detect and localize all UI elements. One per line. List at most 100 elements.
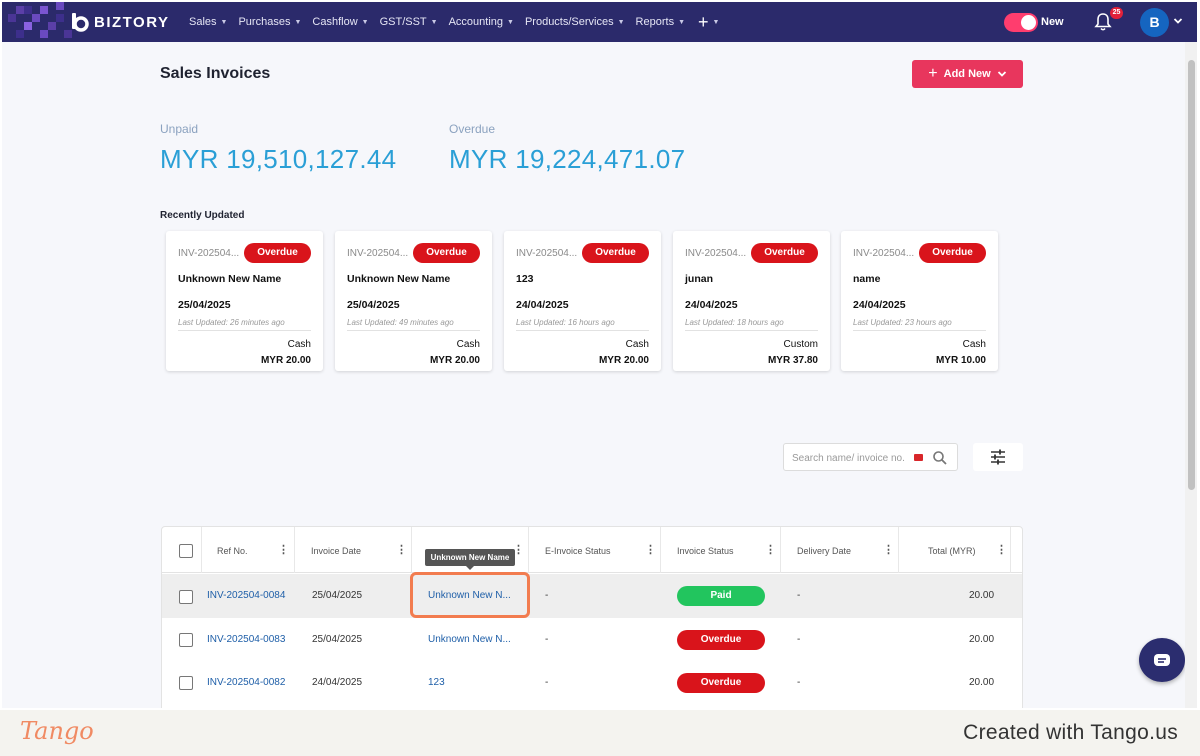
row-checkbox[interactable] — [179, 676, 193, 690]
search-icon[interactable] — [932, 450, 948, 466]
card-date: 25/04/2025 — [178, 299, 231, 311]
menu-products-services[interactable]: Products/Services ▼ — [525, 16, 625, 28]
menu-cashflow[interactable]: Cashflow ▼ — [312, 16, 368, 28]
customer-name-link[interactable]: Unknown New N... — [428, 634, 511, 645]
recent-invoice-card[interactable]: INV-202504... Overdue Unknown New Name 2… — [166, 231, 323, 371]
card-payment-method: Cash — [625, 339, 649, 350]
card-customer-name: Unknown New Name — [178, 273, 282, 285]
card-ref-no: INV-202504... — [685, 248, 747, 259]
header-invoice-date[interactable]: Invoice Date ⋮ — [295, 527, 412, 573]
status-badge: Overdue — [919, 243, 986, 263]
created-with-text: Created with Tango.us — [963, 721, 1178, 744]
e-invoice-status: - — [545, 634, 549, 645]
select-all-checkbox[interactable] — [179, 544, 193, 558]
header-total[interactable]: Total (MYR) ⋮ — [899, 527, 1011, 573]
brand-logo[interactable]: BIZTORY — [70, 11, 170, 33]
status-badge: Overdue — [582, 243, 649, 263]
card-last-updated: Last Updated: 18 hours ago — [685, 318, 784, 327]
card-customer-name: 123 — [516, 273, 534, 285]
menu-reports[interactable]: Reports ▼ — [636, 16, 685, 28]
keyboard-icon — [914, 454, 923, 461]
column-menu-icon[interactable]: ⋮ — [396, 543, 407, 556]
table-row[interactable]: INV-202504-0083 25/04/2025 Unknown New N… — [162, 618, 1022, 662]
add-new-button[interactable]: + Add New — [912, 60, 1023, 88]
ref-no-link[interactable]: INV-202504-0084 — [207, 590, 285, 601]
divider — [685, 330, 818, 331]
chat-button[interactable] — [1139, 638, 1185, 682]
divider — [347, 330, 480, 331]
chevron-down-icon: ▼ — [712, 18, 720, 26]
card-customer-name: junan — [685, 273, 713, 285]
page-title: Sales Invoices — [160, 65, 271, 82]
card-last-updated: Last Updated: 23 hours ago — [853, 318, 952, 327]
chevron-down-icon: ▼ — [220, 18, 228, 26]
app-window: BIZTORY Sales ▼ Purchases ▼ Cashflow ▼ GST/… — [2, 2, 1197, 708]
card-payment-method: Cash — [287, 339, 311, 350]
card-ref-no: INV-202504... — [516, 248, 578, 259]
table-row[interactable]: INV-202504-0084 25/04/2025 Unknown New N… — [162, 574, 1022, 618]
scrollbar-thumb[interactable] — [1188, 60, 1195, 490]
menu-gst-sst[interactable]: GST/SST ▼ — [380, 16, 438, 28]
card-amount: MYR 20.00 — [260, 355, 311, 366]
row-checkbox[interactable] — [179, 633, 193, 647]
column-menu-icon[interactable]: ⋮ — [278, 543, 289, 556]
ref-no-link[interactable]: INV-202504-0083 — [207, 634, 285, 645]
column-menu-icon[interactable]: ⋮ — [645, 543, 656, 556]
recent-invoice-card[interactable]: INV-202504... Overdue name 24/04/2025 La… — [841, 231, 998, 371]
row-checkbox[interactable] — [179, 590, 193, 604]
unpaid-label: Unpaid — [160, 122, 199, 136]
table-row[interactable]: INV-202504-0082 24/04/2025 123 - Overdue… — [162, 662, 1022, 706]
delivery-date: - — [797, 634, 801, 645]
column-menu-icon[interactable]: ⋮ — [765, 543, 776, 556]
new-ui-toggle[interactable] — [1004, 13, 1038, 32]
plus-icon: + — [928, 65, 938, 82]
chevron-down-icon: ▼ — [361, 18, 369, 26]
e-invoice-status: - — [545, 677, 549, 688]
page-scrollbar[interactable] — [1185, 42, 1197, 708]
header-delivery-date[interactable]: Delivery Date ⋮ — [781, 527, 899, 573]
card-payment-method: Cash — [456, 339, 480, 350]
customer-name-link[interactable]: 123 — [428, 677, 445, 688]
quick-add-menu[interactable]: + ▼ — [698, 12, 719, 33]
header-ref-no[interactable]: Ref No. ⋮ — [202, 527, 295, 573]
menu-purchases[interactable]: Purchases ▼ — [238, 16, 301, 28]
menu-accounting-label: Accounting — [448, 16, 504, 28]
recent-invoice-card[interactable]: INV-202504... Overdue junan 24/04/2025 L… — [673, 231, 830, 371]
header-invoice-status[interactable]: Invoice Status ⋮ — [661, 527, 781, 573]
column-menu-icon[interactable]: ⋮ — [883, 543, 894, 556]
card-amount: MYR 10.00 — [935, 355, 986, 366]
invoice-date: 25/04/2025 — [312, 590, 363, 601]
card-amount: MYR 20.00 — [429, 355, 480, 366]
column-menu-icon[interactable]: ⋮ — [996, 543, 1007, 556]
total-amount: 20.00 — [969, 677, 995, 688]
menu-accounting[interactable]: Accounting ▼ — [449, 16, 514, 28]
card-amount: MYR 20.00 — [598, 355, 649, 366]
search-input[interactable]: Search name/ invoice no. — [783, 443, 958, 471]
total-amount: 20.00 — [969, 590, 995, 601]
status-badge: Paid — [677, 586, 765, 606]
filter-button[interactable] — [973, 443, 1023, 471]
header-label: Invoice Date — [311, 546, 362, 556]
menu-products-services-label: Products/Services — [524, 16, 614, 28]
card-payment-method: Cash — [962, 339, 986, 350]
divider — [516, 330, 649, 331]
recent-invoice-card[interactable]: INV-202504... Overdue Unknown New Name 2… — [335, 231, 492, 371]
unpaid-total: MYR 19,510,127.44 — [160, 144, 397, 174]
header-e-invoice-status[interactable]: E-Invoice Status ⋮ — [529, 527, 661, 573]
menu-sales-label: Sales — [189, 16, 217, 28]
recent-invoice-card[interactable]: INV-202504... Overdue 123 24/04/2025 Las… — [504, 231, 661, 371]
chevron-down-icon: ▼ — [678, 18, 686, 26]
card-customer-name: name — [853, 273, 881, 285]
invoice-date: 25/04/2025 — [312, 634, 363, 645]
chevron-down-icon: ▼ — [294, 18, 302, 26]
chat-icon — [1154, 654, 1170, 666]
menu-sales[interactable]: Sales ▼ — [189, 16, 227, 28]
divider — [178, 330, 311, 331]
menu-purchases-label: Purchases — [238, 16, 291, 28]
sliders-icon — [991, 449, 1005, 465]
avatar[interactable]: B — [1140, 8, 1169, 37]
customer-name-tooltip: Unknown New Name — [425, 549, 515, 570]
brand-name: BIZTORY — [94, 13, 170, 31]
chevron-down-icon[interactable] — [1173, 16, 1183, 26]
ref-no-link[interactable]: INV-202504-0082 — [207, 677, 285, 688]
